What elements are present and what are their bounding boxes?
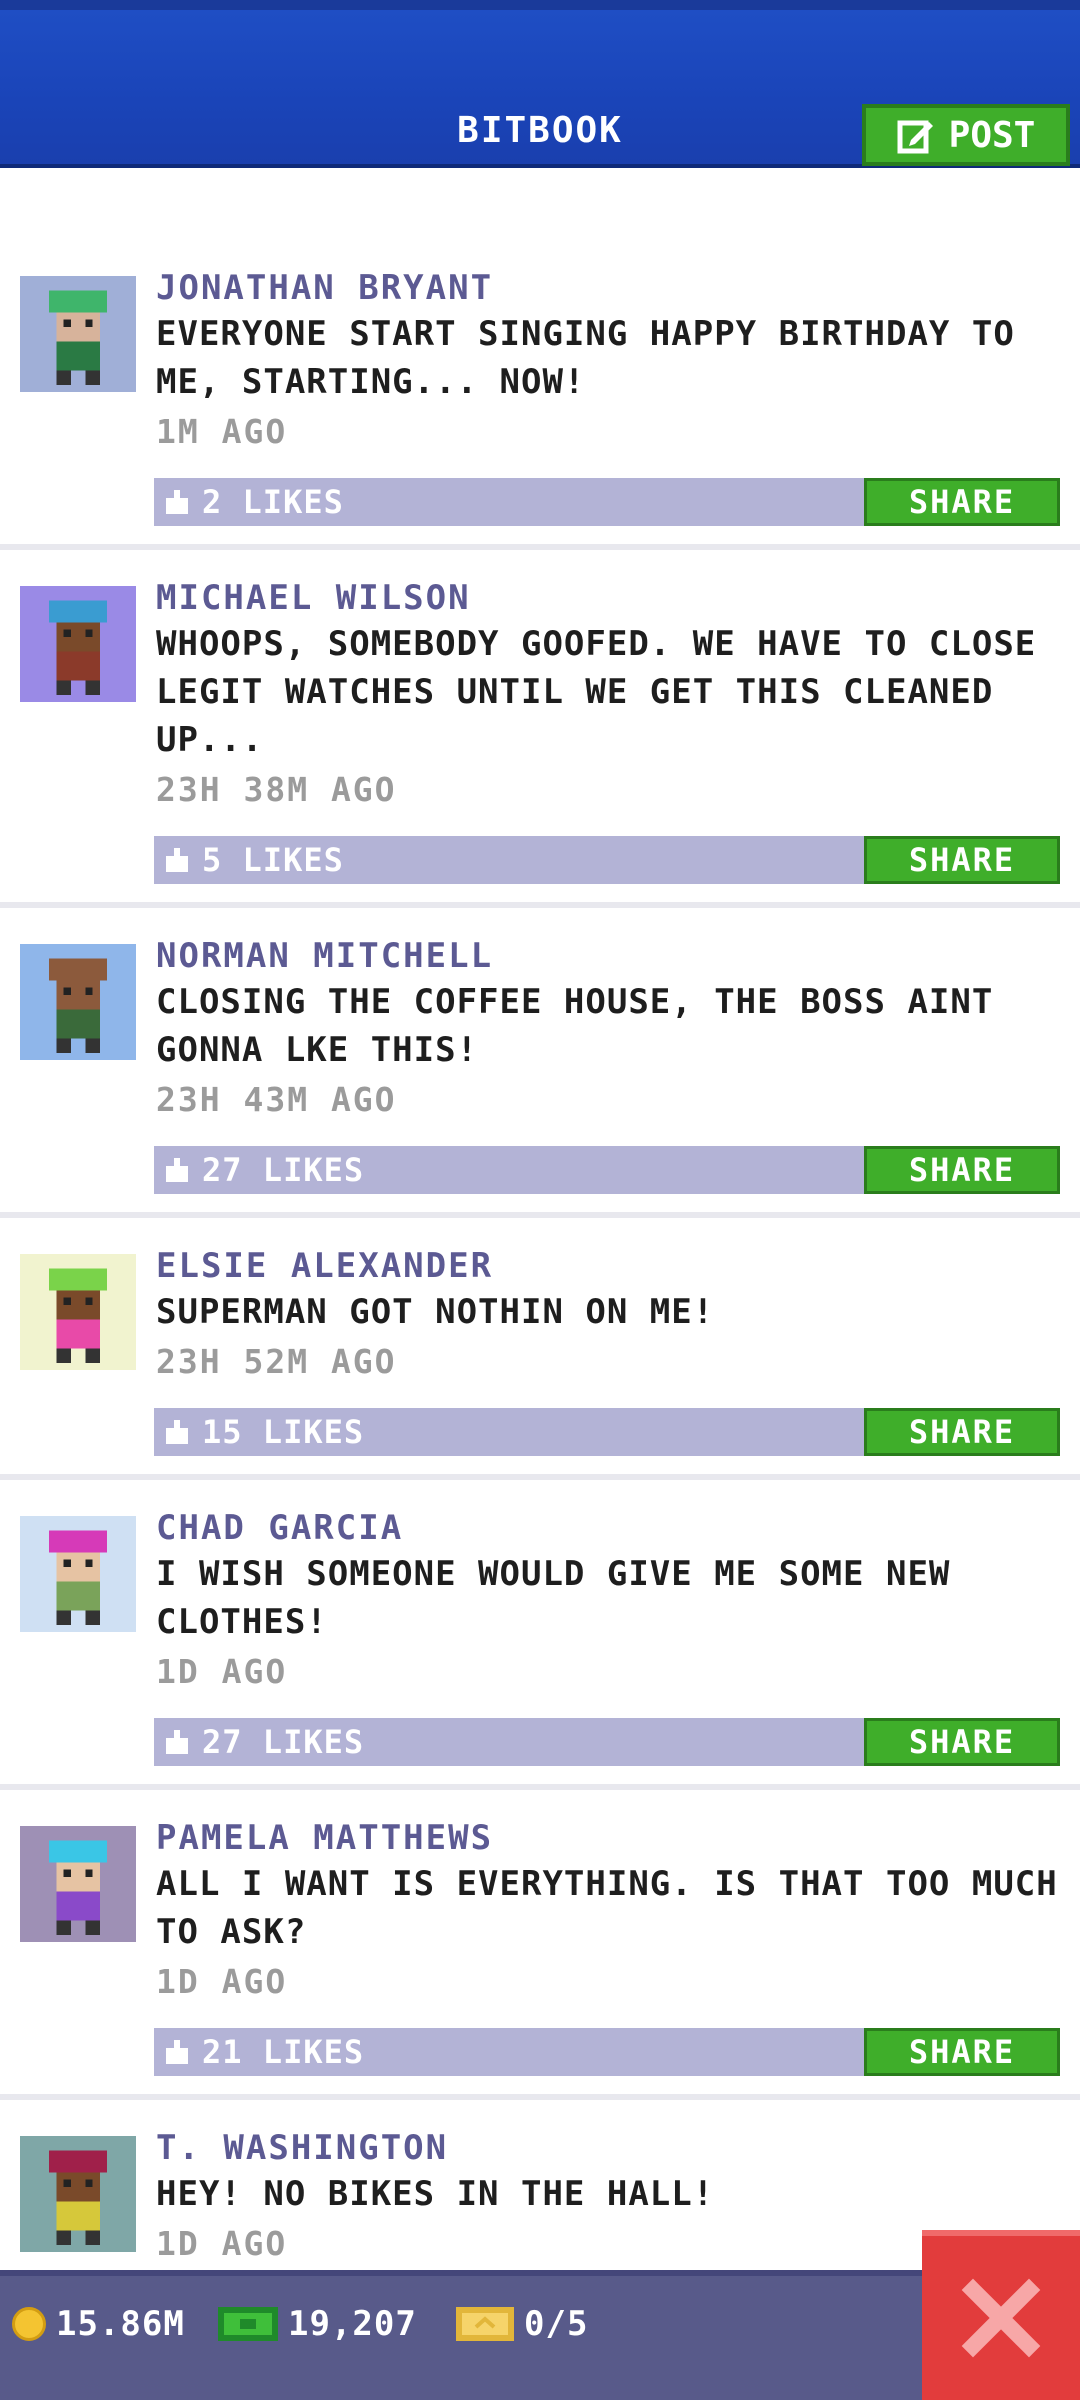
- post-button-label: POST: [948, 114, 1036, 156]
- likes-bar: 27 LIKES SHARE: [154, 1146, 1060, 1194]
- feed-post: NORMAN MITCHELL CLOSING THE COFFEE HOUSE…: [0, 908, 1080, 1218]
- post-text: HEY! NO BIKES IN THE HALL!: [156, 2174, 715, 2214]
- likes-count: 21 LIKES: [202, 2033, 365, 2071]
- post-author[interactable]: ELSIE ALEXANDER: [156, 1244, 1064, 1288]
- likes-bar: 21 LIKES SHARE: [154, 2028, 1060, 2076]
- post-time: 1M AGO: [156, 412, 288, 451]
- thumbs-up-icon[interactable]: [164, 1158, 190, 1182]
- likes-bar: 2 LIKES SHARE: [154, 478, 1060, 526]
- post-author[interactable]: JONATHAN BRYANT: [156, 266, 1064, 310]
- avatar[interactable]: [20, 276, 136, 392]
- likes-bar: 15 LIKES SHARE: [154, 1408, 1060, 1456]
- likes-bar: 5 LIKES SHARE: [154, 836, 1060, 884]
- post-author[interactable]: T. WASHINGTON: [156, 2126, 1064, 2170]
- post-author[interactable]: PAMELA MATTHEWS: [156, 1816, 1064, 1860]
- likes-count: 5 LIKES: [202, 841, 344, 879]
- likes-count: 27 LIKES: [202, 1151, 365, 1189]
- coins-value: 15.86M: [56, 2304, 185, 2344]
- coins-stat: 15.86M: [12, 2304, 185, 2344]
- thumbs-up-icon[interactable]: [164, 848, 190, 872]
- coin-icon: [12, 2307, 46, 2341]
- post-text: ALL I WANT IS EVERYTHING. IS THAT TOO MU…: [156, 1864, 1058, 1952]
- post-author[interactable]: NORMAN MITCHELL: [156, 934, 1064, 978]
- feed-post: JONATHAN BRYANT EVERYONE START SINGING H…: [0, 240, 1080, 550]
- avatar[interactable]: [20, 1254, 136, 1370]
- thumbs-up-icon[interactable]: [164, 1730, 190, 1754]
- feed-post: ELSIE ALEXANDER SUPERMAN GOT NOTHIN ON M…: [0, 1218, 1080, 1480]
- post-button[interactable]: POST: [862, 104, 1070, 166]
- post-text: WHOOPS, SOMEBODY GOOFED. WE HAVE TO CLOS…: [156, 624, 1037, 760]
- post-text: I WISH SOMEONE WOULD GIVE ME SOME NEW CL…: [156, 1554, 951, 1642]
- likes-count: 27 LIKES: [202, 1723, 365, 1761]
- share-button[interactable]: SHARE: [864, 836, 1060, 884]
- post-author[interactable]: MICHAEL WILSON: [156, 576, 1064, 620]
- avatar[interactable]: [20, 2136, 136, 2252]
- feed-post: CHAD GARCIA I WISH SOMEONE WOULD GIVE ME…: [0, 1480, 1080, 1790]
- feed-post: MICHAEL WILSON WHOOPS, SOMEBODY GOOFED. …: [0, 550, 1080, 908]
- post-author[interactable]: CHAD GARCIA: [156, 1506, 1064, 1550]
- avatar[interactable]: [20, 586, 136, 702]
- edit-icon: [897, 120, 933, 154]
- cash-value: 19,207: [288, 2304, 417, 2344]
- post-time: 23H 38M AGO: [156, 770, 397, 809]
- status-bar: 15.86M 19,207 0/5: [0, 2270, 1080, 2400]
- post-time: 23H 43M AGO: [156, 1080, 397, 1119]
- likes-bar: 27 LIKES SHARE: [154, 1718, 1060, 1766]
- avatar[interactable]: [20, 944, 136, 1060]
- share-button[interactable]: SHARE: [864, 1408, 1060, 1456]
- post-text: SUPERMAN GOT NOTHIN ON ME!: [156, 1292, 715, 1332]
- post-time: 1D AGO: [156, 1652, 288, 1691]
- tickets-value: 0/5: [524, 2304, 589, 2344]
- tickets-stat: 0/5: [456, 2304, 588, 2344]
- likes-count: 2 LIKES: [202, 483, 344, 521]
- avatar[interactable]: [20, 1826, 136, 1942]
- ticket-icon: [456, 2307, 514, 2341]
- thumbs-up-icon[interactable]: [164, 490, 190, 514]
- post-text: EVERYONE START SINGING HAPPY BIRTHDAY TO…: [156, 314, 1015, 402]
- share-button[interactable]: SHARE: [864, 1146, 1060, 1194]
- cash-icon: [218, 2307, 278, 2341]
- close-icon: [961, 2278, 1041, 2358]
- cash-stat: 19,207: [218, 2304, 417, 2344]
- header-bar: BITBOOK POST: [0, 0, 1080, 168]
- share-button[interactable]: SHARE: [864, 2028, 1060, 2076]
- thumbs-up-icon[interactable]: [164, 1420, 190, 1444]
- likes-count: 15 LIKES: [202, 1413, 365, 1451]
- close-button[interactable]: [922, 2230, 1080, 2400]
- share-button[interactable]: SHARE: [864, 1718, 1060, 1766]
- feed-list[interactable]: JONATHAN BRYANT EVERYONE START SINGING H…: [0, 240, 1080, 2362]
- post-time: 23H 52M AGO: [156, 1342, 397, 1381]
- thumbs-up-icon[interactable]: [164, 2040, 190, 2064]
- avatar[interactable]: [20, 1516, 136, 1632]
- feed-post: PAMELA MATTHEWS ALL I WANT IS EVERYTHING…: [0, 1790, 1080, 2100]
- post-text: CLOSING THE COFFEE HOUSE, THE BOSS AINT …: [156, 982, 994, 1070]
- post-time: 1D AGO: [156, 1962, 288, 2001]
- share-button[interactable]: SHARE: [864, 478, 1060, 526]
